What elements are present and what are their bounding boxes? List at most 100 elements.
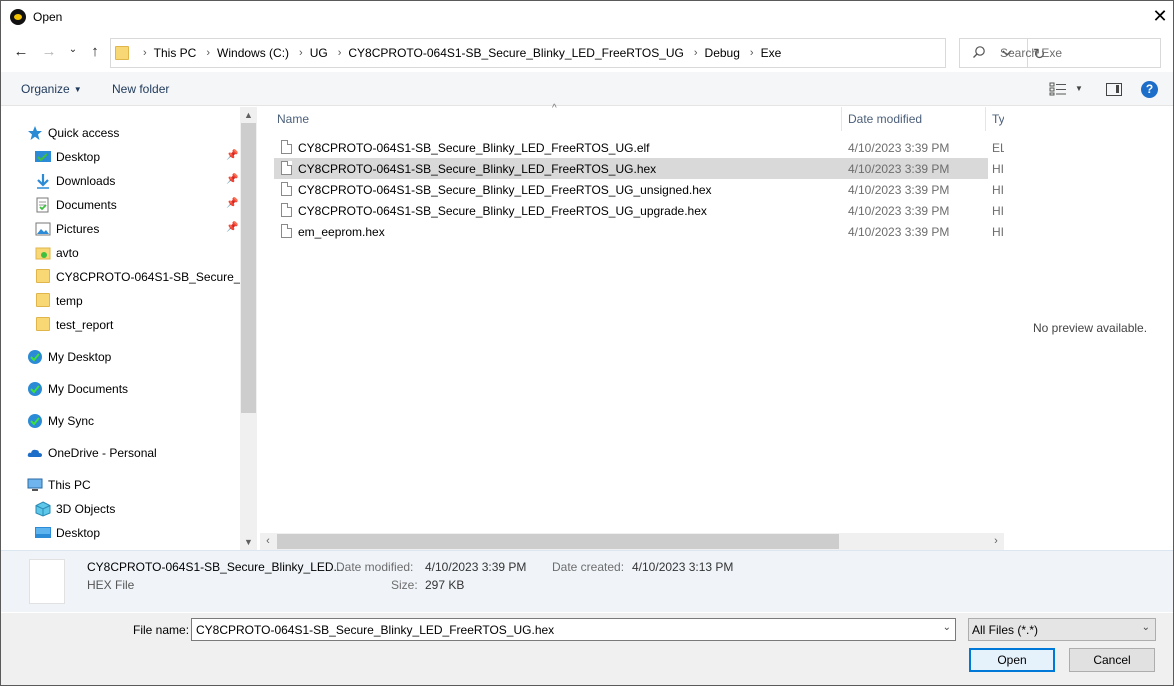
file-row[interactable]: CY8CPROTO-064S1-SB_Secure_Blinky_LED_Fre…: [274, 137, 1004, 158]
file-row[interactable]: CY8CPROTO-064S1-SB_Secure_Blinky_LED_Fre…: [274, 200, 1004, 221]
scroll-down-icon[interactable]: ▼: [240, 534, 257, 550]
breadcrumb-exe[interactable]: Exe: [761, 46, 782, 60]
app-icon: [10, 9, 26, 25]
scrollbar-thumb[interactable]: [277, 534, 839, 549]
file-date: 4/10/2023 3:39 PM: [848, 183, 950, 197]
column-header-type[interactable]: Ty: [992, 112, 1004, 126]
file-row-selected[interactable]: CY8CPROTO-064S1-SB_Secure_Blinky_LED_Fre…: [274, 158, 1004, 179]
chevron-right-icon[interactable]: ›: [299, 47, 303, 59]
sidebar-item-label: Downloads: [56, 174, 116, 188]
file-type-select[interactable]: All Files (*.*) ⌄: [968, 618, 1156, 641]
file-icon: [281, 224, 292, 238]
file-name-value: CY8CPROTO-064S1-SB_Secure_Blinky_LED_Fre…: [196, 623, 555, 637]
sidebar-item-my-sync[interactable]: My Sync: [27, 410, 240, 432]
file-name-label: File name:: [133, 623, 190, 637]
pin-icon: 📌: [226, 150, 239, 161]
sync-folder-icon: [28, 382, 42, 396]
preview-pane-icon[interactable]: [1106, 83, 1122, 96]
scroll-right-icon[interactable]: ›: [988, 533, 1004, 550]
sidebar-item-temp[interactable]: temp: [35, 290, 240, 312]
column-header-name[interactable]: Name: [277, 112, 309, 126]
chevron-right-icon[interactable]: ›: [694, 47, 698, 59]
search-input[interactable]: Search Exe: [959, 38, 1161, 68]
file-list-scrollbar[interactable]: ‹ ›: [260, 533, 1004, 550]
open-button[interactable]: Open: [969, 648, 1055, 672]
sync-folder-icon: [28, 414, 42, 428]
file-type: EL: [992, 141, 1004, 155]
chevron-right-icon[interactable]: ›: [338, 47, 342, 59]
file-row[interactable]: em_eeprom.hex 4/10/2023 3:39 PM HI: [274, 221, 1004, 242]
scrollbar-thumb[interactable]: [241, 123, 256, 413]
file-name: CY8CPROTO-064S1-SB_Secure_Blinky_LED_Fre…: [298, 204, 707, 218]
sort-ascending-icon: ^: [552, 103, 557, 114]
scroll-left-icon[interactable]: ‹: [260, 533, 276, 550]
file-date: 4/10/2023 3:39 PM: [848, 225, 950, 239]
breadcrumb-project[interactable]: CY8CPROTO-064S1-SB_Secure_Blinky_LED_Fre…: [348, 46, 683, 60]
column-divider[interactable]: [985, 107, 986, 131]
up-arrow-icon[interactable]: ↑: [85, 42, 105, 62]
navigation-scrollbar[interactable]: ▲ ▼: [240, 107, 257, 550]
sidebar-item-label: Quick access: [48, 126, 120, 140]
sidebar-item-label: Desktop: [56, 150, 101, 164]
chevron-down-icon[interactable]: ⌄: [943, 622, 951, 633]
file-name: CY8CPROTO-064S1-SB_Secure_Blinky_LED_Fre…: [298, 141, 650, 155]
address-bar[interactable]: › This PC › Windows (C:) › UG › CY8CPROT…: [110, 38, 1046, 68]
close-icon[interactable]: ✕: [1149, 5, 1171, 29]
sidebar-item-my-desktop[interactable]: My Desktop: [27, 346, 240, 368]
caret-down-icon: ▼: [73, 85, 82, 94]
file-type-value: All Files (*.*): [972, 623, 1039, 637]
view-options-icon[interactable]: [1049, 82, 1067, 96]
recent-locations-chevron-icon[interactable]: ⌄: [63, 40, 83, 60]
sidebar-item-label: avto: [56, 246, 79, 260]
sidebar-item-desktop-pc[interactable]: Desktop: [35, 522, 240, 544]
sidebar-item-label: Documents: [56, 198, 117, 212]
sidebar-item-test-report[interactable]: test_report: [35, 314, 240, 336]
breadcrumb-this-pc[interactable]: This PC: [154, 46, 197, 60]
file-icon: [281, 182, 292, 196]
sidebar-item-cy8cproto-folder[interactable]: CY8CPROTO-064S1-SB_Secure_Blin: [35, 266, 240, 288]
help-icon[interactable]: ?: [1141, 81, 1158, 98]
sidebar-item-label: This PC: [48, 478, 91, 492]
breadcrumb-ug[interactable]: UG: [310, 46, 328, 60]
sidebar-item-avto[interactable]: avto: [35, 242, 240, 264]
sidebar-item-desktop[interactable]: Desktop 📌: [35, 146, 257, 168]
folder-icon: [115, 46, 129, 60]
sidebar-item-onedrive[interactable]: OneDrive - Personal: [27, 442, 240, 464]
details-modified-label: Date modified:: [336, 560, 414, 574]
file-row[interactable]: CY8CPROTO-064S1-SB_Secure_Blinky_LED_Fre…: [274, 179, 1004, 200]
file-icon: [281, 203, 292, 217]
sidebar-item-downloads[interactable]: Downloads 📌: [35, 170, 257, 192]
breadcrumb-debug[interactable]: Debug: [705, 46, 740, 60]
open-dialog: Open ✕ ← → ⌄ ↑ › This PC › Windows (C:) …: [0, 0, 1174, 686]
sidebar-item-label: test_report: [56, 318, 114, 332]
cancel-button[interactable]: Cancel: [1069, 648, 1155, 672]
chevron-right-icon[interactable]: ›: [750, 47, 754, 59]
sidebar-item-my-documents[interactable]: My Documents: [27, 378, 240, 400]
download-icon: [37, 174, 49, 189]
organize-button[interactable]: Organize ▼: [21, 82, 82, 96]
folder-icon: [36, 269, 50, 283]
breadcrumb-windows-c[interactable]: Windows (C:): [217, 46, 289, 60]
chevron-right-icon[interactable]: ›: [143, 47, 147, 59]
title-bar: Open ✕: [1, 1, 1173, 33]
sidebar-item-quick-access[interactable]: Quick access: [27, 122, 239, 144]
sidebar-item-3d-objects[interactable]: 3D Objects: [35, 498, 240, 520]
sidebar-item-this-pc[interactable]: This PC: [27, 474, 240, 496]
details-size-value: 297 KB: [425, 578, 465, 592]
caret-down-icon[interactable]: ▼: [1075, 84, 1083, 93]
scroll-up-icon[interactable]: ▲: [240, 107, 257, 123]
sidebar-item-pictures[interactable]: Pictures 📌: [35, 218, 257, 240]
new-folder-button[interactable]: New folder: [112, 82, 169, 96]
sync-folder-icon: [28, 350, 42, 364]
organize-label: Organize: [21, 82, 70, 96]
column-divider[interactable]: [841, 107, 842, 131]
forward-arrow-icon[interactable]: →: [39, 42, 59, 62]
search-placeholder: Search Exe: [1000, 46, 1063, 60]
column-header-date-modified[interactable]: Date modified: [848, 112, 922, 126]
sidebar-item-documents[interactable]: Documents 📌: [35, 194, 257, 216]
command-bar: Organize ▼ New folder ▼ ?: [1, 72, 1173, 106]
back-arrow-icon[interactable]: ←: [11, 42, 31, 62]
file-name-field[interactable]: CY8CPROTO-064S1-SB_Secure_Blinky_LED_Fre…: [191, 618, 956, 641]
chevron-down-icon: ⌄: [1141, 622, 1150, 633]
chevron-right-icon[interactable]: ›: [206, 47, 210, 59]
